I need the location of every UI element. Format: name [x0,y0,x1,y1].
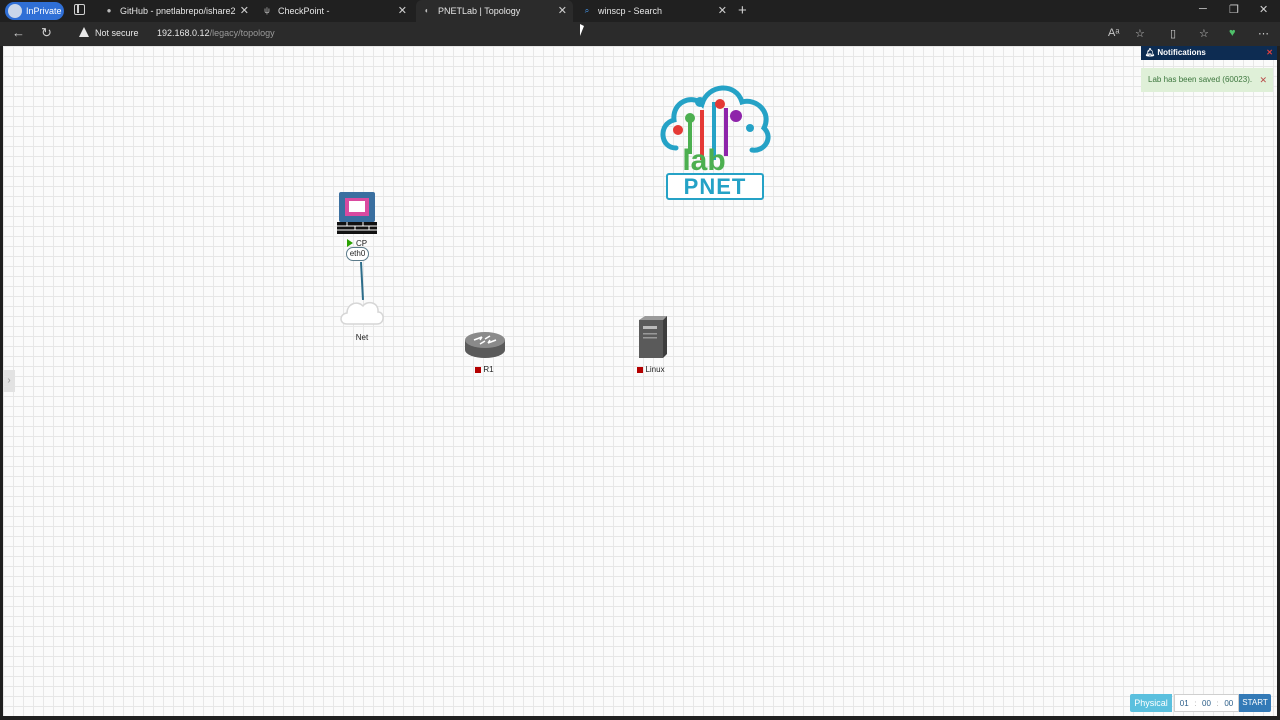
node-label: Net [355,333,369,342]
split-screen-icon[interactable]: ▯ [1170,27,1176,40]
notification-text: Lab has been saved (60023). [1148,75,1253,84]
close-tab-icon[interactable]: ✕ [558,4,567,17]
tab-title: winscp - Search [598,6,663,16]
security-label[interactable]: Not secure [95,28,139,38]
physical-mode-button[interactable]: Physical [1130,694,1172,712]
notification-message: Lab has been saved (60023). ✕ [1141,68,1273,92]
dismiss-notification-icon[interactable]: ✕ [1259,68,1267,92]
favorites-icon[interactable]: ☆ [1199,27,1209,40]
close-notifications-icon[interactable]: ✕ [1266,46,1273,60]
running-status-icon [346,239,353,247]
interface-label[interactable]: eth0 [346,247,369,261]
back-icon[interactable]: ← [12,25,25,40]
pnetlab-icon: ◐ [424,6,430,15]
router-icon [464,332,505,358]
node-label: R1 [462,365,507,374]
inprivate-badge[interactable]: InPrivate [5,2,64,20]
server-icon [639,316,667,358]
url-host: 192.168.0.12 [157,28,210,38]
bell-icon: 🔔︎ [1145,48,1156,57]
tab-winscp-search[interactable]: ⌕ winscp - Search ✕ [576,0,733,22]
node-label: Linux [631,365,671,374]
tab-checkpoint[interactable]: ψ CheckPoint - ✕ [258,0,413,22]
close-window-icon[interactable]: ✕ [1259,3,1268,16]
timer-display: 01 : 00 : 00 [1174,694,1239,712]
logo-text: PNET [666,173,764,200]
restore-icon[interactable]: ❐ [1229,3,1239,16]
browser-essentials-icon[interactable]: ♥ [1229,27,1236,39]
notifications-header: 🔔︎ Notifications ✕ [1141,46,1277,60]
tab-pnetlab-topology[interactable]: ◐ PNETLab | Topology ✕ [416,0,573,22]
close-tab-icon[interactable]: ✕ [398,4,407,17]
close-tab-icon[interactable]: ✕ [718,4,727,17]
checkpoint-icon: ψ [264,6,270,15]
node-net[interactable]: Net [338,298,386,342]
stopped-status-icon [637,367,644,373]
node-r1[interactable]: R1 [462,330,507,374]
close-tab-icon[interactable]: ✕ [240,4,249,17]
favorite-star-icon[interactable]: ☆ [1135,27,1145,40]
node-linux[interactable]: Linux [631,316,671,374]
network-link[interactable] [360,261,364,301]
warning-icon[interactable] [79,27,89,37]
new-tab-icon[interactable]: + [738,2,747,19]
github-icon: ● [106,6,112,15]
inprivate-label: InPrivate [26,6,62,16]
tab-actions-icon[interactable] [74,4,85,15]
cloud-icon [340,301,384,325]
notifications-title: Notifications [1157,48,1206,57]
profile-avatar-icon [8,4,22,18]
timer-seconds: 00 [1224,698,1234,708]
url-field[interactable]: 192.168.0.12/legacy/topology [157,28,275,38]
node-cp[interactable]: CP [335,190,379,248]
firewall-icon [337,192,377,234]
tab-title: GitHub - pnetlabrepo/ishare2: To [120,6,236,16]
tab-github[interactable]: ● GitHub - pnetlabrepo/ishare2: To ✕ [100,0,255,22]
topology-canvas[interactable]: › lab PNET 🔔︎ Notifications ✕ Lab has be… [3,46,1277,716]
timer-minutes: 00 [1202,698,1211,708]
refresh-icon[interactable]: ↻ [41,25,52,41]
mouse-cursor-icon [580,24,584,36]
tab-title: PNETLab | Topology [438,6,521,16]
search-icon: ⌕ [584,6,590,15]
address-bar: ← ↻ Not secure 192.168.0.12/legacy/topol… [0,22,1280,46]
tab-bar: InPrivate ● GitHub - pnetlabrepo/ishare2… [0,0,1280,22]
timer-hours: 01 [1179,698,1189,708]
more-menu-icon[interactable]: ⋯ [1258,27,1269,40]
url-path: /legacy/topology [209,28,275,38]
read-aloud-icon[interactable]: Aᵃ [1108,27,1119,39]
tab-title: CheckPoint - [278,6,330,16]
start-button[interactable]: START [1239,694,1271,712]
sidebar-toggle-icon[interactable]: › [3,370,15,392]
stopped-status-icon [475,367,482,373]
minimize-icon[interactable]: ─ [1199,3,1207,15]
